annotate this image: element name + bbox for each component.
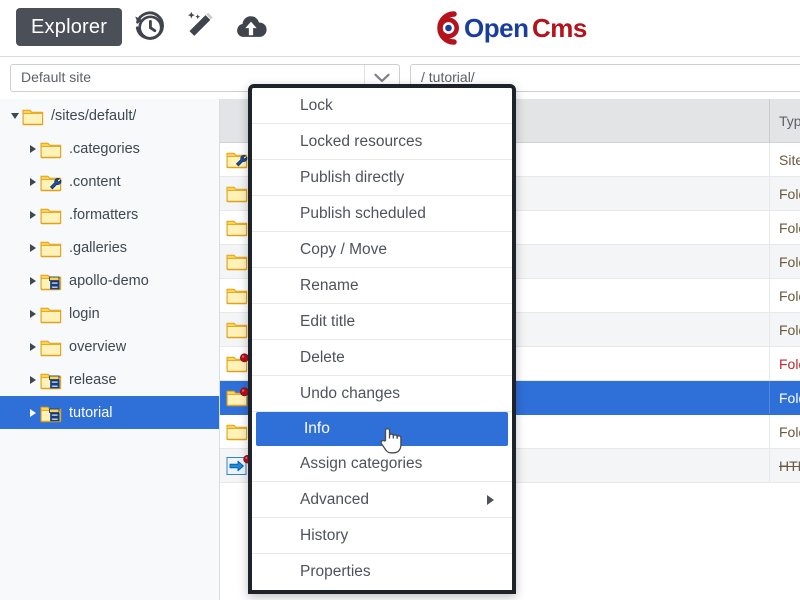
cloud-upload-icon[interactable] [234,10,268,44]
sidebar-item-formatters[interactable]: .formatters [0,198,219,231]
column-header-type[interactable]: Typ [769,99,800,142]
sidebar-item-apollo-demo[interactable]: apollo-demo [0,264,219,297]
menu-item-label: Rename [300,277,359,295]
folder-sitemap-icon [40,271,62,291]
menu-item-label: Edit title [300,313,355,331]
magic-wand-icon[interactable] [182,10,216,44]
folder-icon [40,205,62,225]
menu-item-lock[interactable]: Lock [252,88,512,124]
sidebar-item-label: tutorial [69,405,113,421]
menu-item-publish-directly[interactable]: Publish directly [252,160,512,196]
sidebar-item-label: apollo-demo [69,273,149,289]
menu-item-edit-title[interactable]: Edit title [252,304,512,340]
chevron-right-icon[interactable] [26,198,40,231]
menu-item-label: Advanced [300,491,369,509]
file-type-cell: Site [769,143,800,176]
menu-item-label: Publish scheduled [300,205,426,223]
chevron-right-icon[interactable] [26,165,40,198]
sidebar-item-label: login [69,306,100,322]
sidebar-item-content[interactable]: .content [0,165,219,198]
sidebar-item-label: release [69,372,117,388]
folder-sitemap-icon [40,403,62,423]
menu-item-label: Assign categories [300,455,422,473]
explorer-button[interactable]: Explorer [16,8,122,46]
sidebar-item-label: /sites/default/ [51,108,136,124]
sidebar-item-login[interactable]: login [0,297,219,330]
folder-tree-sidebar[interactable]: /sites/default/ .categories .content .forma… [0,99,220,600]
folder-icon [40,139,62,159]
menu-item-label: Publish directly [300,169,404,187]
file-type-cell: Fold [769,177,800,210]
chevron-right-icon[interactable] [26,231,40,264]
sidebar-item-label: overview [69,339,126,355]
file-type-cell: Fold [769,245,800,278]
chevron-right-icon[interactable] [26,330,40,363]
sidebar-item-galleries[interactable]: .galleries [0,231,219,264]
file-type-cell: Fold [769,381,800,414]
sidebar-item-categories[interactable]: .categories [0,132,219,165]
folder-wrench-icon [40,172,62,192]
svg-text:Open: Open [464,13,528,43]
sidebar-item-label: .content [69,174,121,190]
sidebar-item-label: .galleries [69,240,127,256]
file-type-cell: Fold [769,415,800,448]
hand-pointer-cursor [378,425,404,455]
folder-icon [22,106,44,126]
menu-item-publish-scheduled[interactable]: Publish scheduled [252,196,512,232]
context-menu[interactable]: Lock Locked resources Publish directly Publ… [248,84,516,594]
opencms-explorer-window: Explorer [0,0,800,600]
menu-item-locked-resources[interactable]: Locked resources [252,124,512,160]
chevron-right-icon[interactable] [26,363,40,396]
sidebar-item-overview[interactable]: overview [0,330,219,363]
menu-item-undo-changes[interactable]: Undo changes [252,376,512,412]
menu-item-label: Copy / Move [300,241,387,259]
folder-icon [40,304,62,324]
opencms-logo: Open Cms [428,8,618,48]
menu-item-label: Lock [300,97,333,115]
sidebar-item-label: .formatters [69,207,138,223]
chevron-right-icon[interactable] [26,297,40,330]
menu-item-label: Info [304,420,330,438]
folder-icon [40,337,62,357]
file-type-cell: Fold [769,279,800,312]
chevron-right-icon[interactable] [26,396,40,429]
chevron-right-icon[interactable] [26,132,40,165]
menu-item-rename[interactable]: Rename [252,268,512,304]
file-type-cell: Fold [769,211,800,244]
submenu-arrow-icon [487,495,494,505]
menu-item-delete[interactable]: Delete [252,340,512,376]
menu-item-history[interactable]: History [252,518,512,554]
menu-item-advanced[interactable]: Advanced [252,482,512,518]
app-header: Explorer [0,0,800,57]
svg-text:Cms: Cms [532,13,587,43]
folder-sitemap-icon [40,370,62,390]
file-type-cell: Fold [769,313,800,346]
menu-item-label: Locked resources [300,133,422,151]
history-icon[interactable] [133,10,167,44]
folder-icon [40,238,62,258]
sidebar-item-sites-default[interactable]: /sites/default/ [0,99,219,132]
sidebar-item-label: .categories [69,141,140,157]
menu-item-label: Properties [300,563,371,581]
site-select-value: Default site [21,69,91,85]
menu-item-copy-move[interactable]: Copy / Move [252,232,512,268]
menu-item-label: Delete [300,349,345,367]
chevron-right-icon[interactable] [26,264,40,297]
file-type-cell: HTM [769,449,800,482]
menu-item-properties[interactable]: Properties [252,554,512,590]
sidebar-item-release[interactable]: release [0,363,219,396]
file-type-cell: Fold [769,347,800,380]
breadcrumb: / tutorial/ [421,69,475,85]
chevron-down-icon[interactable] [8,99,22,132]
menu-item-label: History [300,527,348,545]
menu-item-label: Undo changes [300,385,400,403]
sidebar-item-tutorial[interactable]: tutorial [0,396,219,429]
